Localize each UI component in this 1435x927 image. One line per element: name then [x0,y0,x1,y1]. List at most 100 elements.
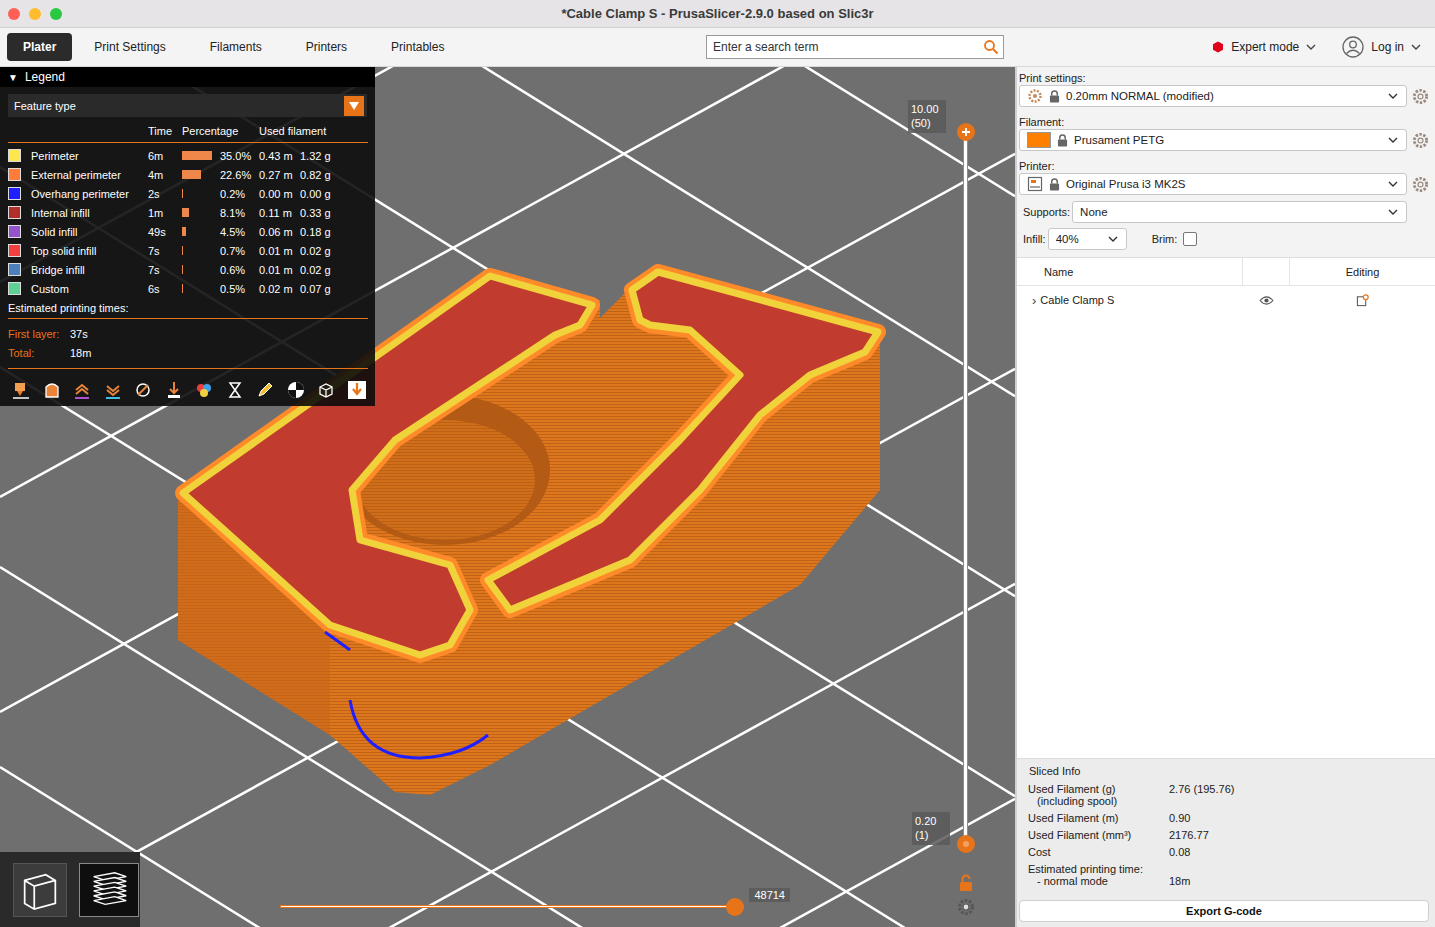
preset-combo[interactable]: Prusament PETG [1019,129,1407,151]
filament-color-swatch[interactable] [1027,132,1051,148]
preset-label: Print settings: [1019,69,1431,85]
tab[interactable]: Plater [7,33,72,61]
feature-time: 4m [148,165,182,184]
color-swatch[interactable] [8,206,21,219]
feature-percentage: 0.2% [220,184,259,203]
times-title: Estimated printing times: [8,298,372,316]
percentage-bar [182,151,212,160]
tab[interactable]: Printables [369,33,466,61]
edit-preset-gear-icon[interactable] [1412,132,1429,149]
column-header[interactable]: Name [1017,258,1242,285]
export-gcode-button[interactable]: Export G-code [1019,900,1429,922]
prusaslicer-window: *Cable Clamp S - PrusaSlicer-2.9.0 based… [0,0,1435,927]
tab[interactable]: Printers [284,33,369,61]
settings-cog-icon[interactable] [957,898,975,916]
tab[interactable]: Print Settings [72,33,187,61]
legend-header[interactable]: ▼ Legend [0,67,375,87]
lock-open-icon[interactable] [958,874,974,892]
center-of-gravity-icon[interactable] [286,380,306,400]
login-menu[interactable]: Log in [1342,36,1421,58]
close-button[interactable] [8,8,20,20]
feature-name[interactable]: Internal infill [31,203,148,222]
feature-time: 7s [148,241,182,260]
feature-name[interactable]: External perimeter [31,165,148,184]
color-swatch[interactable] [8,187,21,200]
color-swatch[interactable] [8,168,21,181]
search-field[interactable]: Enter a search term [706,35,1004,59]
edit-preset-gear-icon[interactable] [1412,88,1429,105]
percentage-bar [182,208,189,217]
move-thumb[interactable] [726,898,744,916]
color-swatch[interactable] [8,149,21,162]
deretraction-icon[interactable] [164,380,184,400]
view-toggle [0,852,140,927]
feature-time: 7s [148,260,182,279]
preview-button[interactable] [79,863,139,917]
bottom-layer-thumb[interactable] [957,835,975,853]
minimize-button[interactable] [29,8,41,20]
preset-combo[interactable]: Original Prusa i3 MK2S [1019,173,1407,195]
view-type-combo[interactable]: Feature type [8,94,367,117]
shells-icon[interactable] [42,380,62,400]
column-header[interactable]: Editing [1290,258,1435,285]
tab[interactable]: Filaments [188,33,284,61]
layers-icon [86,867,132,913]
print-head-icon[interactable] [11,380,31,400]
feature-weight: 0.33 g [300,203,372,222]
color-swatch[interactable] [8,282,21,295]
percentage-bar [182,227,186,236]
eye-icon[interactable] [1259,295,1274,306]
color-swatch[interactable] [8,244,21,257]
feature-name[interactable]: Overhang perimeter [31,184,148,203]
zoom-button[interactable] [50,8,62,20]
brim-checkbox[interactable] [1183,232,1197,246]
layer-down-icon[interactable] [103,380,123,400]
column-header: Used filament [259,121,372,140]
lock-icon [1049,178,1060,191]
3d-view-button[interactable] [13,863,67,917]
preview-canvas[interactable]: ▼ Legend Feature type Time Percentage Us… [0,67,1015,927]
feature-percentage: 22.6% [220,165,259,184]
feature-time: 49s [148,222,182,241]
feature-name[interactable]: Bridge infill [31,260,148,279]
feature-name[interactable]: Perimeter [31,146,148,165]
object-row[interactable]: › Cable Clamp S [1017,286,1435,314]
infill-combo[interactable]: 40% [1048,228,1127,250]
sliced-info-row: Used Filament (g) (including spool) 2.76… [1019,783,1429,807]
chevron-down-icon [1108,236,1118,242]
color-swatch[interactable] [8,263,21,276]
preset-combo[interactable]: 0.20mm NORMAL (modified) [1019,85,1407,107]
lock-icon [1057,134,1068,147]
percentage-bar [182,265,183,274]
bed-grid [0,67,1015,927]
column-header: Time [148,121,182,140]
custom-gcode-icon[interactable] [255,380,275,400]
edit-preset-gear-icon[interactable] [1412,176,1429,193]
feature-name[interactable]: Solid infill [31,222,148,241]
layer-slider[interactable]: 10.00(50) 0.20(1) [955,132,977,844]
bottom-layer-label: 0.20(1) [912,812,950,845]
layer-up-icon[interactable] [72,380,92,400]
supports-combo[interactable]: None [1072,201,1407,223]
edit-settings-icon[interactable] [1356,294,1369,307]
move-slider[interactable]: 48714 [280,898,740,916]
sliced-info-row: Used Filament (mm³) 2176.77 [1019,829,1429,841]
retraction-icon[interactable] [133,380,153,400]
tool-marker-icon[interactable] [347,380,367,400]
feature-name[interactable]: Custom [31,279,148,298]
bounding-box-icon[interactable] [316,380,336,400]
feature-name[interactable]: Top solid infill [31,241,148,260]
pause-icon[interactable] [225,380,245,400]
sliced-info-row: Cost 0.08 [1019,846,1429,858]
top-layer-thumb[interactable] [957,123,975,141]
window-title: *Cable Clamp S - PrusaSlicer-2.9.0 based… [200,6,1235,21]
feature-length: 0.01 m [259,241,300,260]
color-swatch[interactable] [8,225,21,238]
expander[interactable]: › [1032,293,1036,308]
feature-weight: 0.18 g [300,222,372,241]
brim-label: Brim: [1152,233,1178,245]
chevron-down-icon [1388,181,1398,187]
legend-table: Time Percentage Used filament Perimeter … [8,121,372,298]
color-change-icon[interactable] [194,380,214,400]
mode-selector[interactable]: Expert mode [1212,40,1316,54]
